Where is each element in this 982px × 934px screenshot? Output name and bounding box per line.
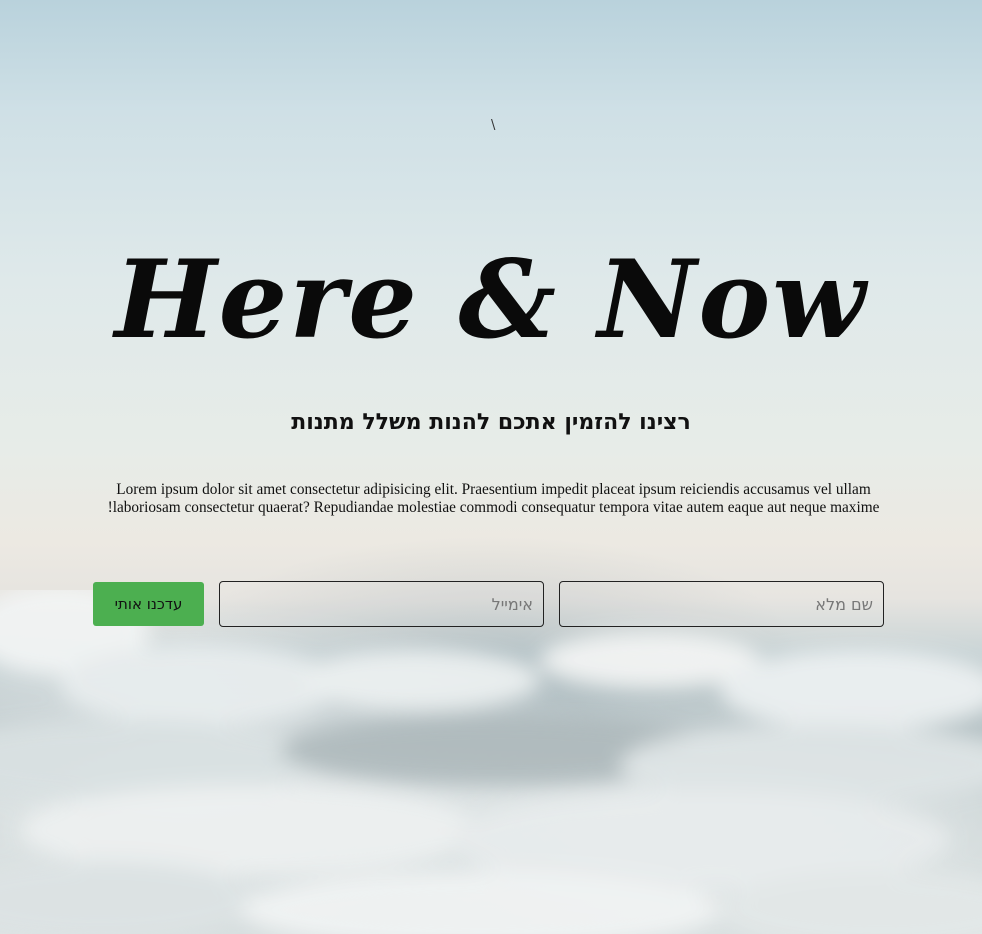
page-title: Here & Now: [114, 237, 868, 363]
page-description: Lorem ipsum dolor sit amet consectetur a…: [107, 481, 880, 516]
notify-me-button[interactable]: עדכנו אותי: [93, 582, 204, 626]
clouds-background-image: [0, 590, 982, 934]
email-field[interactable]: [219, 581, 544, 627]
page-subtitle: רצינו להזמין אתכם להנות משלל מתנות: [291, 410, 691, 435]
full-name-field[interactable]: [559, 581, 884, 627]
corner-glyph: \: [491, 118, 496, 133]
signup-form: עדכנו אותי: [93, 581, 884, 627]
